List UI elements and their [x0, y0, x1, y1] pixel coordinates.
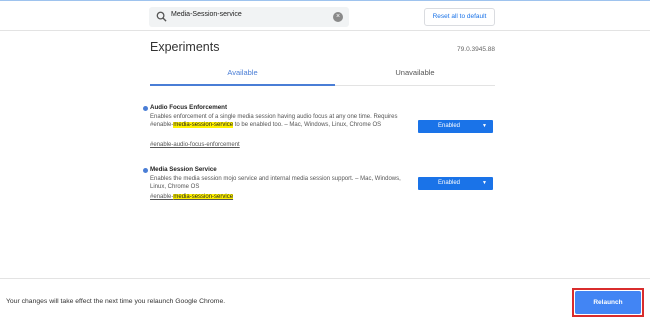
page-title: Experiments — [150, 40, 220, 54]
search-icon — [156, 11, 167, 22]
relaunch-button[interactable]: Relaunch — [575, 291, 641, 314]
search-highlight: media-session-service — [173, 194, 234, 200]
clear-search-icon[interactable]: × — [333, 12, 343, 22]
search-input[interactable]: Media-Session-service — [171, 11, 242, 18]
active-tab-indicator — [150, 84, 335, 86]
tab-unavailable[interactable]: Unavailable — [335, 68, 495, 77]
experiment-modified-dot — [143, 106, 148, 111]
relaunch-footer: Your changes will take effect the next t… — [0, 278, 650, 325]
experiment-state-select[interactable]: Enabled ▼ — [418, 120, 493, 133]
select-value: Enabled — [437, 123, 461, 129]
experiment-description: Enables the media session mojo service a… — [150, 175, 412, 191]
dropdown-arrow-icon: ▼ — [482, 180, 487, 186]
tab-available[interactable]: Available — [150, 68, 335, 77]
select-value: Enabled — [437, 180, 461, 186]
experiment-link[interactable]: #enable-media-session-service — [150, 194, 234, 200]
version-label: 79.0.3945.88 — [457, 46, 495, 53]
description-text: to be enabled too. – Mac, Windows, Linux… — [233, 122, 382, 128]
experiment-modified-dot — [143, 168, 148, 173]
experiment-title: Media Session Service — [150, 166, 217, 173]
reset-all-button[interactable]: Reset all to default — [424, 8, 495, 26]
link-text[interactable]: #enable- — [150, 194, 173, 200]
experiment-title: Audio Focus Enforcement — [150, 104, 228, 111]
dropdown-arrow-icon: ▼ — [482, 123, 487, 129]
description-text: Enables the media session mojo service a… — [150, 176, 401, 190]
chrome-flags-page: Media-Session-service × Reset all to def… — [0, 0, 650, 325]
experiment-description: Enables enforcement of a single media se… — [150, 113, 412, 129]
search-box[interactable]: Media-Session-service × — [149, 7, 349, 27]
header-bar: Media-Session-service × Reset all to def… — [0, 0, 650, 31]
link-text[interactable]: #enable-audio-focus-enforcement — [150, 142, 240, 148]
experiment-state-select[interactable]: Enabled ▼ — [418, 177, 493, 190]
experiment-link[interactable]: #enable-audio-focus-enforcement — [150, 142, 240, 148]
search-highlight: media-session-service — [173, 122, 234, 128]
relaunch-message: Your changes will take effect the next t… — [6, 298, 226, 305]
